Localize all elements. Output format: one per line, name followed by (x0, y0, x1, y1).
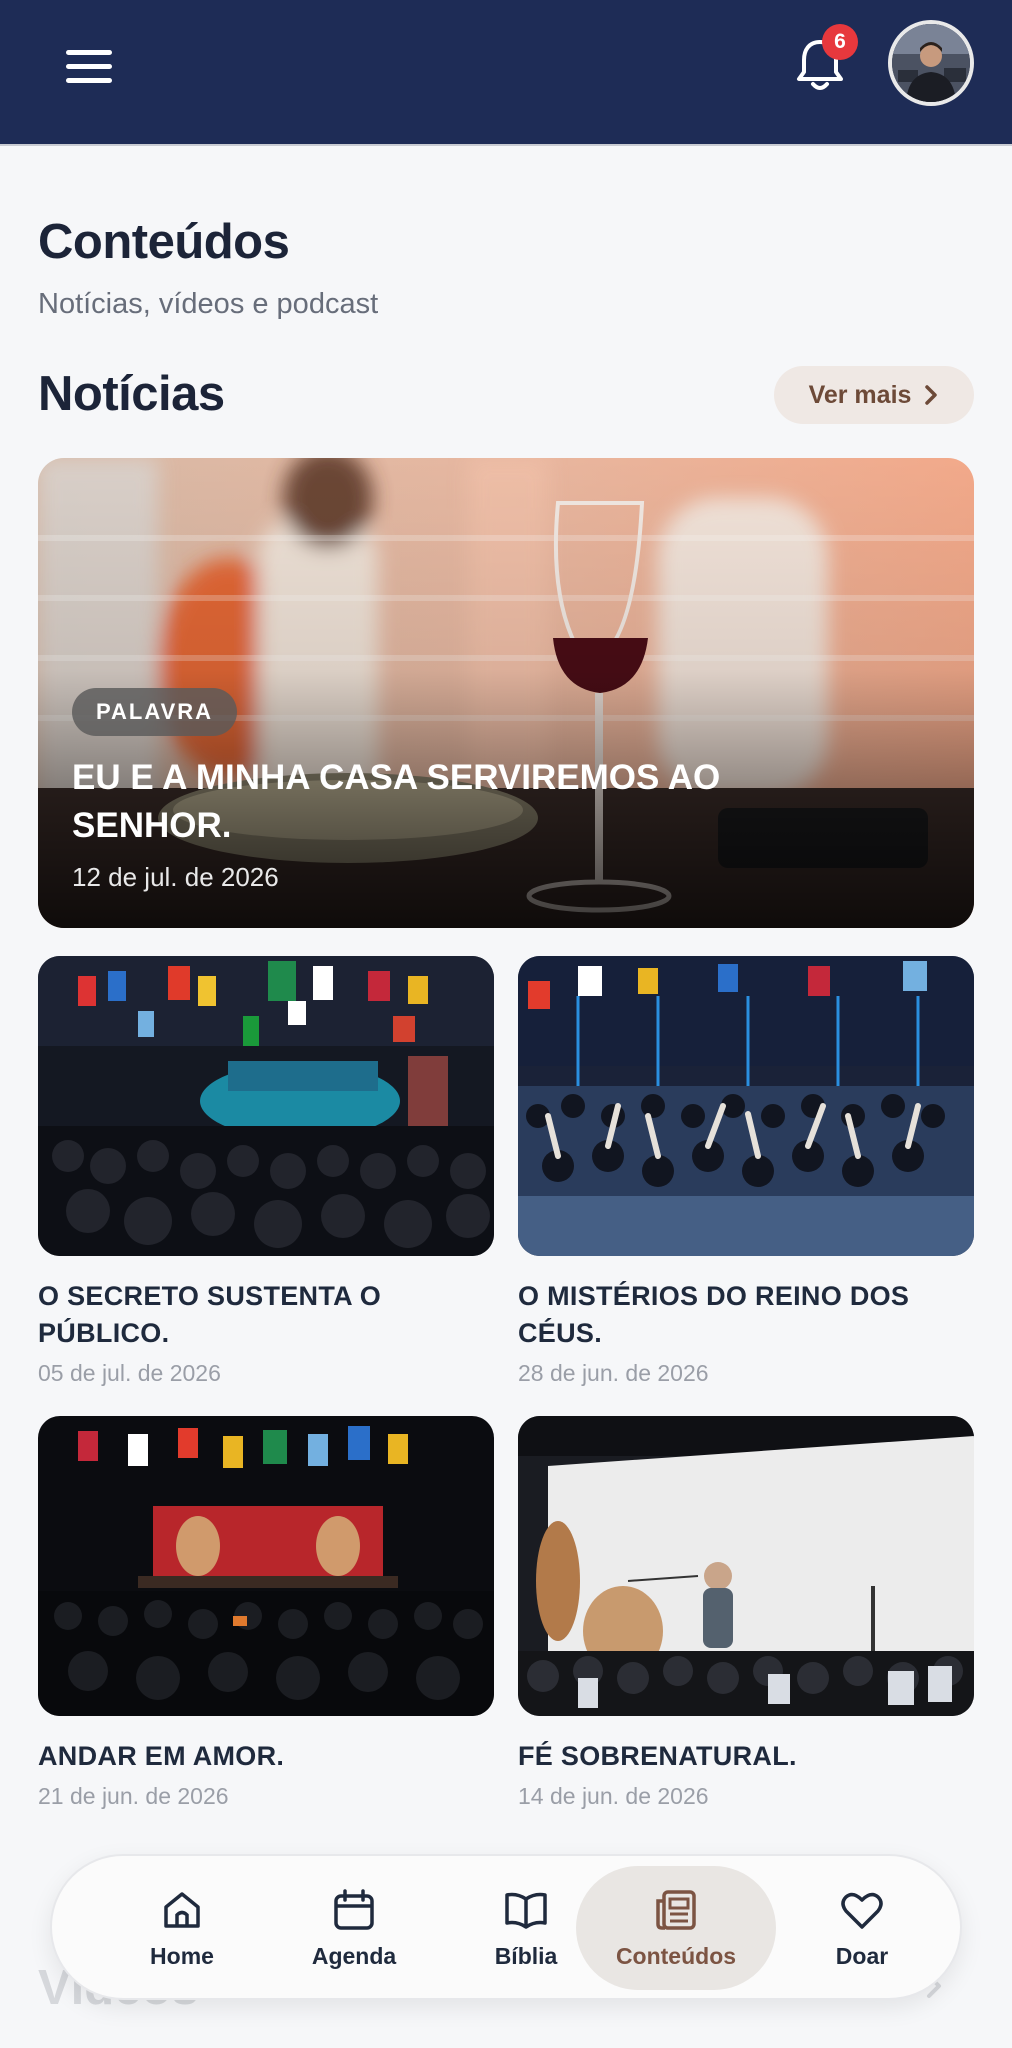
top-app-bar: 6 (0, 0, 1012, 146)
chevron-right-icon (925, 385, 938, 405)
news-title: FÉ SOBRENATURAL. (518, 1741, 797, 1771)
tab-label: Home (150, 1942, 214, 1969)
news-image (38, 956, 494, 1256)
news-card[interactable]: O SECRETO SUSTENTA O PÚBLICO. 05 de jul.… (38, 956, 494, 1387)
news-image (518, 956, 974, 1256)
calendar-icon (334, 1888, 374, 1930)
tab-agenda[interactable]: Agenda (268, 1866, 440, 1990)
news-title: O SECRETO SUSTENTA O PÚBLICO. (38, 1281, 382, 1348)
news-card[interactable]: O MISTÉRIOS DO REINO DOS CÉUS. 28 de jun… (518, 956, 974, 1387)
tab-label: Doar (835, 1942, 889, 1969)
book-icon (505, 1892, 547, 1929)
news-card[interactable]: ANDAR EM AMOR. 21 de jun. de 2026 (38, 1416, 494, 1810)
news-image (38, 1416, 494, 1716)
news-section-title: Notícias (38, 367, 225, 421)
newspaper-icon (656, 1889, 696, 1930)
see-more-button[interactable]: Ver mais (774, 366, 974, 424)
tab-home[interactable]: Home (96, 1866, 268, 1990)
page-title: Conteúdos (38, 215, 290, 269)
tab-label: Agenda (311, 1942, 397, 1969)
tab-conteudos[interactable]: Conteúdos (576, 1866, 776, 1990)
home-icon (164, 1891, 200, 1928)
avatar[interactable] (888, 20, 974, 106)
bottom-tab-bar: Home Agenda Bíblia Conteúdos Doar (50, 1854, 962, 2000)
news-title: ANDAR EM AMOR. (38, 1741, 285, 1771)
heart-icon (841, 1892, 883, 1929)
news-date: 28 de jun. de 2026 (518, 1360, 709, 1386)
news-date: 21 de jun. de 2026 (38, 1783, 229, 1809)
notification-badge: 6 (822, 24, 858, 60)
featured-news-card[interactable]: PALAVRA EU E A MINHA CASA SERVIREMOS AO … (38, 458, 974, 928)
news-date: 05 de jul. de 2026 (38, 1360, 221, 1386)
news-image (518, 1416, 974, 1716)
featured-news-title: EU E A MINHA CASA SERVIREMOS AO SENHOR. (72, 758, 721, 845)
news-card[interactable]: FÉ SOBRENATURAL. 14 de jun. de 2026 (518, 1416, 974, 1810)
news-date: 14 de jun. de 2026 (518, 1783, 709, 1809)
featured-news-date: 12 de jul. de 2026 (72, 862, 279, 892)
hamburger-menu-icon[interactable] (66, 50, 112, 84)
category-tag: PALAVRA (72, 688, 238, 736)
see-more-label: Ver mais (808, 380, 912, 409)
news-title: O MISTÉRIOS DO REINO DOS CÉUS. (518, 1281, 910, 1348)
tab-label: Conteúdos (615, 1942, 737, 1969)
tab-label: Bíblia (494, 1942, 558, 1969)
page-subtitle: Notícias, vídeos e podcast (38, 288, 379, 320)
tab-doar[interactable]: Doar (776, 1866, 948, 1990)
